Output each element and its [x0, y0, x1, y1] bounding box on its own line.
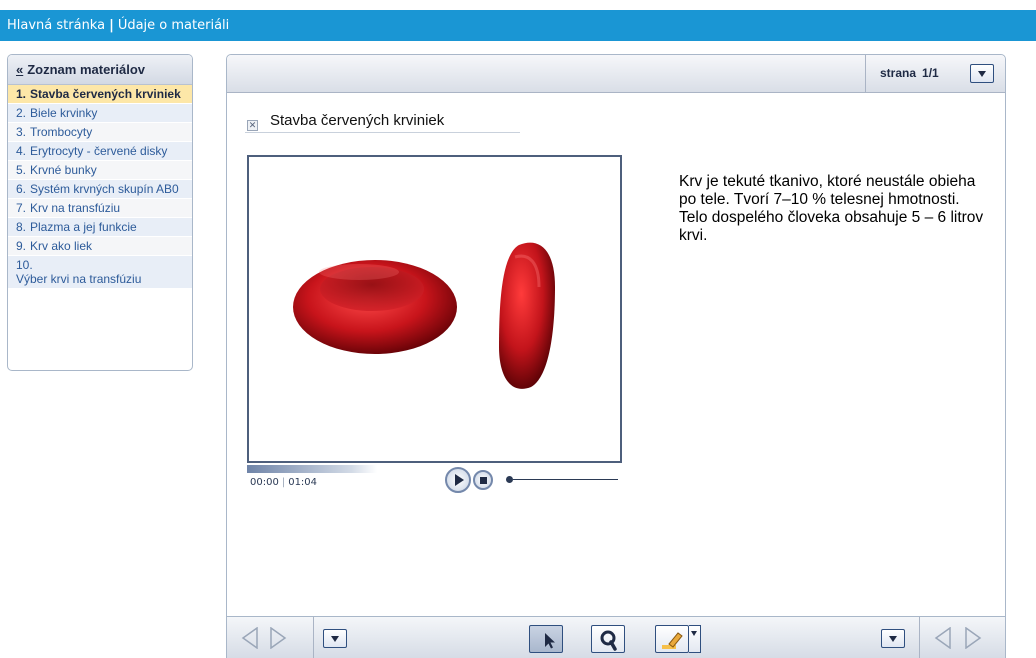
- collapse-sidebar-link[interactable]: «: [16, 62, 23, 77]
- material-item-6[interactable]: 6. Systém krvných skupín AB0: [8, 180, 192, 199]
- zoom-tool-button[interactable]: [591, 625, 625, 653]
- content-header-bar: strana 1/1: [227, 55, 1005, 93]
- next-page-icon[interactable]: [964, 627, 982, 649]
- bottom-toolbar: [226, 616, 1006, 658]
- previous-page-icon[interactable]: [241, 627, 259, 649]
- description-line-1: Krv je tekuté tkanivo, ktoré neustále ob…: [679, 173, 976, 190]
- time-display: 00:00 | 01:04: [250, 477, 317, 488]
- item-label: Systém krvných skupín AB0: [30, 182, 179, 196]
- close-icon[interactable]: ✕: [247, 120, 258, 131]
- top-bar: Hlavná stránka | Údaje o materiáli: [0, 10, 1036, 41]
- highlighter-options-dropdown[interactable]: [689, 625, 701, 653]
- item-label: Krvné bunky: [30, 163, 97, 177]
- disc-cell-top-view: [293, 260, 457, 354]
- item-number: 2.: [16, 106, 27, 120]
- next-page-icon[interactable]: [269, 627, 287, 649]
- material-item-8[interactable]: 8. Plazma a jej funkcie: [8, 218, 192, 237]
- item-number: 4.: [16, 144, 27, 158]
- material-item-5[interactable]: 5. Krvné bunky: [8, 161, 192, 180]
- sidebar-header: « Zoznam materiálov: [8, 55, 192, 85]
- material-item-4[interactable]: 4. Erytrocyty - červené disky: [8, 142, 192, 161]
- content-frame: strana 1/1 ✕ Stavba červených krviniek 0…: [226, 54, 1006, 658]
- item-label: Erytrocyty - červené disky: [30, 144, 168, 158]
- time-separator: |: [281, 477, 286, 488]
- item-number: 7.: [16, 201, 27, 215]
- video-player[interactable]: [247, 155, 622, 463]
- materials-sidebar: « Zoznam materiálov 1. Stavba červených kr…: [7, 54, 193, 371]
- item-label: Biele krvinky: [30, 106, 98, 120]
- materials-list: 1. Stavba červených krviniek 2. Biele krvi…: [8, 85, 192, 289]
- content-title: Stavba červených krviniek: [270, 112, 445, 129]
- page-dropdown-button[interactable]: [970, 64, 994, 83]
- material-item-10[interactable]: 10.Výber krvi na transfúziu: [8, 256, 192, 289]
- material-item-7[interactable]: 7. Krv na transfúziu: [8, 199, 192, 218]
- nav-arrows-right-group: [919, 617, 1006, 658]
- material-item-1[interactable]: 1. Stavba červených krviniek: [8, 85, 192, 104]
- breadcrumb-separator: |: [109, 18, 114, 33]
- pager-value: 1/1: [922, 66, 939, 80]
- nav-arrows-left-group: [227, 617, 314, 658]
- item-label: Krv ako liek: [30, 239, 93, 253]
- pager: strana 1/1: [865, 55, 1005, 92]
- pager-label: strana 1/1: [880, 66, 939, 80]
- volume-slider-handle[interactable]: [506, 476, 513, 483]
- magnifier-icon: [600, 630, 617, 651]
- item-label: Stavba červených krviniek: [30, 87, 181, 101]
- play-button[interactable]: [445, 467, 471, 493]
- right-menu-dropdown-button[interactable]: [881, 629, 905, 648]
- highlighter-icon: [662, 632, 683, 649]
- stop-button[interactable]: [473, 470, 493, 490]
- material-item-3[interactable]: 3. Trombocyty: [8, 123, 192, 142]
- item-number: 6.: [16, 182, 27, 196]
- item-label: Krv na transfúziu: [30, 201, 121, 215]
- description-line-3: Telo dospelého človeka obsahuje 5 – 6 li…: [679, 209, 984, 244]
- previous-page-icon[interactable]: [934, 627, 952, 649]
- item-number: 9.: [16, 239, 27, 253]
- content-description: Krv je tekuté tkanivo, ktoré neustále ob…: [679, 173, 984, 245]
- highlighter-tool-button[interactable]: [655, 625, 689, 653]
- volume-slider-track[interactable]: [513, 479, 618, 480]
- total-time: 01:04: [288, 477, 318, 488]
- disc-cell-side-view: [499, 242, 555, 389]
- item-number: 5.: [16, 163, 27, 177]
- material-details-link[interactable]: Údaje o materiáli: [118, 18, 229, 33]
- item-number: 1.: [16, 87, 27, 101]
- playback-progress-bar[interactable]: [247, 465, 377, 473]
- content-title-row: ✕ Stavba červených krviniek: [245, 111, 520, 133]
- pointer-tool-button[interactable]: [529, 625, 563, 653]
- cursor-icon: [545, 633, 555, 649]
- item-number: 10.: [16, 258, 33, 272]
- player-controls: 00:00 | 01:04: [247, 463, 622, 493]
- item-label: Výber krvi na transfúziu: [16, 272, 142, 286]
- item-number: 3.: [16, 125, 27, 139]
- description-line-2: po tele. Tvorí 7–10 % telesnej hmotnosti…: [679, 191, 960, 208]
- left-menu-dropdown-button[interactable]: [323, 629, 347, 648]
- red-blood-cells-image: [293, 242, 555, 389]
- item-label: Trombocyty: [30, 125, 93, 139]
- current-time: 00:00: [250, 477, 279, 488]
- sidebar-title: Zoznam materiálov: [27, 62, 145, 77]
- item-label: Plazma a jej funkcie: [30, 220, 137, 234]
- material-item-2[interactable]: 2. Biele krvinky: [8, 104, 192, 123]
- pager-text: strana: [880, 66, 917, 80]
- item-number: 8.: [16, 220, 27, 234]
- home-link[interactable]: Hlavná stránka: [7, 18, 105, 33]
- material-item-9[interactable]: 9. Krv ako liek: [8, 237, 192, 256]
